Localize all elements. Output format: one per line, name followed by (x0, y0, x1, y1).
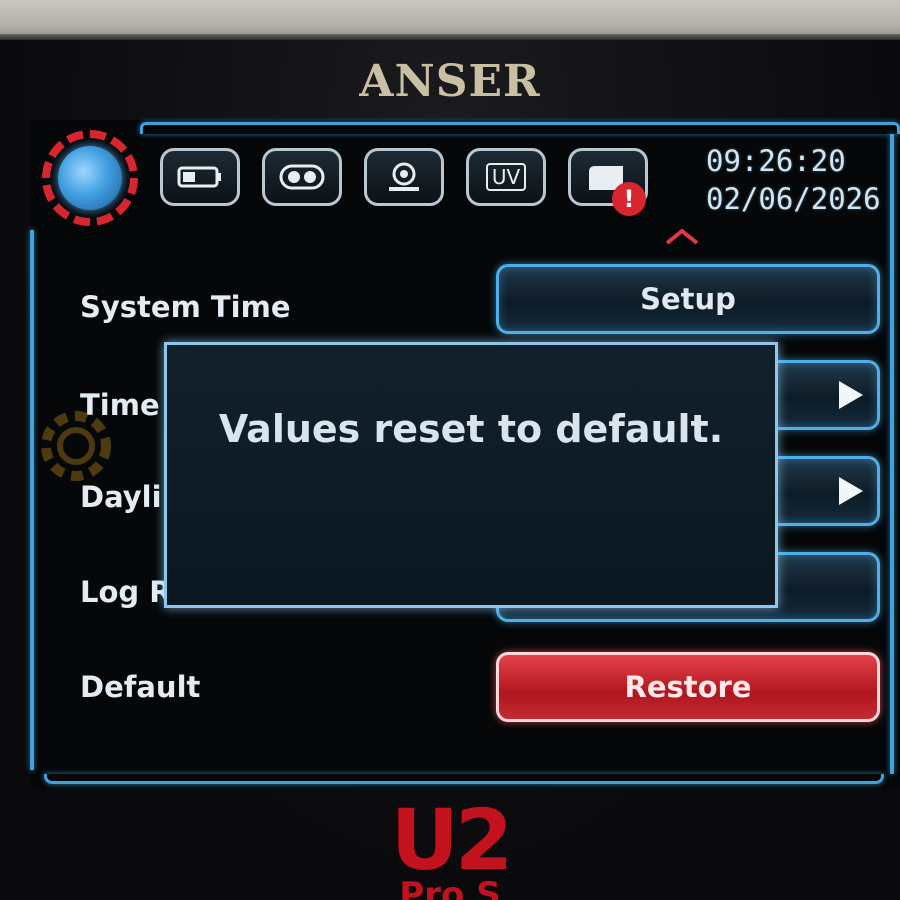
tab-camera[interactable] (364, 148, 444, 206)
alert-icon: ! (612, 182, 646, 216)
battery-icon (177, 166, 221, 188)
frame-right (890, 134, 894, 774)
frame-top (140, 122, 900, 134)
model-logo: U2 Pro S (0, 791, 900, 900)
frame-left (30, 230, 34, 770)
tab-infrared[interactable] (262, 148, 342, 206)
dialog-message: Values reset to default. (218, 407, 724, 451)
gear-icon (58, 146, 122, 210)
row-label-log: Log R (80, 575, 172, 609)
frame-bottom (44, 774, 884, 784)
tab-settings[interactable] (42, 130, 138, 226)
clock-date: 02/06/2026 (706, 182, 881, 216)
clock: 09:26:20 02/06/2026 (706, 142, 896, 218)
infrared-icon (279, 164, 325, 190)
restore-button[interactable]: Restore (496, 652, 880, 722)
brand-logo: ANSER (359, 56, 541, 107)
model-name: U2 (390, 791, 514, 889)
camera-icon (389, 162, 419, 191)
chevron-right-icon (839, 477, 863, 505)
tab-mode[interactable] (160, 148, 240, 206)
gear-icon (41, 411, 111, 481)
uv-icon: UV (485, 163, 527, 191)
row-label-system-time: System Time (80, 290, 291, 324)
chevron-up-icon[interactable] (664, 226, 700, 246)
tab-uv[interactable]: UV (466, 148, 546, 206)
system-time-setup-button[interactable]: Setup (496, 264, 880, 334)
screen: UV ! 09:26:20 02/06/2026 System Time Set… (30, 120, 900, 788)
chevron-right-icon (839, 381, 863, 409)
clock-time: 09:26:20 (706, 144, 846, 178)
reset-dialog[interactable]: Values reset to default. (164, 342, 778, 608)
model-variant: Pro S (399, 875, 501, 900)
row-label-default: Default (80, 670, 201, 704)
device-bezel-top (0, 0, 900, 40)
